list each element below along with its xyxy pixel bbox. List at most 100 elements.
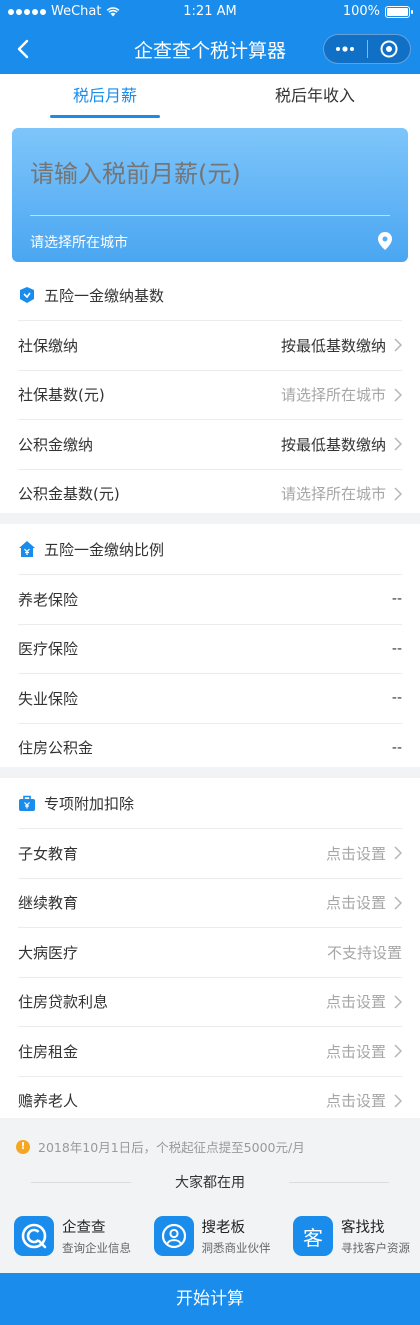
row-label: 子女教育 bbox=[18, 844, 79, 863]
warning-icon: ! bbox=[16, 1139, 30, 1154]
row-label: 失业保险 bbox=[18, 689, 79, 708]
location-pin-icon[interactable] bbox=[378, 232, 392, 254]
section-header: 专项附加扣除 bbox=[0, 778, 420, 828]
chevron-right-icon bbox=[394, 437, 402, 451]
salary-card-section: 请选择所在城市 bbox=[0, 120, 420, 270]
chevron-right-icon bbox=[394, 388, 402, 402]
status-bar: WeChat 1:21 AM 100% bbox=[0, 0, 420, 24]
insurance-ratio-section: 五险一金缴纳比例 养老保险 -- 医疗保险 -- 失业保险 -- 住房公积金 -… bbox=[0, 524, 420, 767]
row-housing-fund-base[interactable]: 公积金基数(元) 请选择所在城市 bbox=[18, 468, 402, 519]
chevron-right-icon bbox=[394, 487, 402, 501]
section-header: 五险一金缴纳基数 bbox=[0, 270, 420, 320]
battery-status: 100% bbox=[342, 4, 413, 19]
everyone-uses-title: 大家都在用 bbox=[175, 1175, 245, 1191]
row-label: 赡养老人 bbox=[18, 1092, 79, 1111]
row-label: 社保缴纳 bbox=[18, 336, 79, 355]
section-header: 五险一金缴纳比例 bbox=[0, 524, 420, 574]
row-mortgage-interest[interactable]: 住房贷款利息 点击设置 bbox=[18, 976, 402, 1027]
section-title: 五险一金缴纳比例 bbox=[44, 540, 165, 559]
row-label: 住房公积金 bbox=[18, 739, 94, 758]
input-underline bbox=[30, 215, 390, 216]
row-elderly-support[interactable]: 赡养老人 点击设置 bbox=[18, 1075, 402, 1126]
shield-box-icon bbox=[18, 286, 36, 304]
row-label: 继续教育 bbox=[18, 894, 79, 913]
app-soulaoban[interactable]: 搜老板 洞悉商业伙伴 bbox=[153, 1212, 271, 1260]
chevron-right-icon bbox=[394, 896, 402, 910]
chevron-right-icon bbox=[394, 1094, 402, 1108]
section-title: 五险一金缴纳基数 bbox=[44, 286, 165, 305]
salary-card: 请选择所在城市 bbox=[12, 128, 408, 262]
app-desc: 洞悉商业伙伴 bbox=[201, 1241, 271, 1255]
row-social-insurance[interactable]: 社保缴纳 按最低基数缴纳 bbox=[18, 320, 402, 370]
nav-bar: 企查查个税计算器 bbox=[0, 24, 420, 74]
row-unemployment: 失业保险 -- bbox=[18, 673, 402, 723]
row-label: 大病医疗 bbox=[18, 943, 79, 962]
row-value: 点击设置 bbox=[325, 1042, 386, 1061]
salary-input[interactable] bbox=[30, 160, 390, 188]
row-label: 住房贷款利息 bbox=[18, 993, 109, 1012]
more-dots-icon bbox=[336, 46, 355, 52]
city-select[interactable]: 请选择所在城市 bbox=[30, 232, 128, 252]
row-value: 点击设置 bbox=[325, 894, 386, 913]
house-yen-icon bbox=[18, 540, 36, 558]
row-label: 养老保险 bbox=[18, 590, 79, 609]
row-value: 请选择所在城市 bbox=[280, 386, 386, 405]
soulaoban-icon bbox=[153, 1216, 194, 1256]
row-value: 按最低基数缴纳 bbox=[280, 435, 386, 454]
close-mini-program-button[interactable] bbox=[368, 35, 411, 63]
kezhaozhao-glyph: 客 bbox=[303, 1225, 323, 1250]
tab-monthly-after-tax[interactable]: 税后月薪 bbox=[0, 74, 210, 120]
row-label: 社保基数(元) bbox=[18, 386, 105, 405]
row-housing-provident: 住房公积金 -- bbox=[18, 722, 402, 773]
target-circle-icon bbox=[380, 40, 398, 58]
app-name: 搜老板 bbox=[201, 1220, 246, 1236]
chevron-right-icon bbox=[394, 995, 402, 1009]
app-name: 企查查 bbox=[62, 1220, 106, 1236]
chevron-right-icon bbox=[394, 1044, 402, 1058]
row-housing-rent[interactable]: 住房租金 点击设置 bbox=[18, 1026, 402, 1076]
row-value: -- bbox=[391, 640, 402, 657]
chevron-right-icon bbox=[394, 338, 402, 352]
app-desc: 寻找客户资源 bbox=[341, 1241, 410, 1255]
mini-program-capsule bbox=[323, 34, 411, 64]
row-label: 住房租金 bbox=[18, 1042, 79, 1061]
app-desc: 查询企业信息 bbox=[62, 1241, 131, 1255]
tab-annual-after-tax[interactable]: 税后年收入 bbox=[210, 74, 420, 120]
special-deduction-section: 专项附加扣除 子女教育 点击设置 继续教育 点击设置 大病医疗 不支持设置 住房… bbox=[0, 778, 420, 1118]
row-continuing-education[interactable]: 继续教育 点击设置 bbox=[18, 877, 402, 928]
row-value: 按最低基数缴纳 bbox=[280, 336, 386, 355]
qichacha-icon bbox=[14, 1216, 54, 1256]
row-value: 请选择所在城市 bbox=[280, 485, 386, 504]
app-qichacha[interactable]: 企查查 查询企业信息 bbox=[14, 1212, 131, 1260]
divider-line bbox=[289, 1181, 389, 1183]
more-button[interactable] bbox=[324, 35, 367, 63]
row-serious-illness: 大病医疗 不支持设置 bbox=[18, 927, 402, 977]
row-value: 点击设置 bbox=[325, 844, 386, 863]
app-kezhaozhao[interactable]: 客 客找找 寻找客户资源 bbox=[293, 1212, 410, 1260]
chevron-right-icon bbox=[394, 846, 402, 860]
row-value: -- bbox=[391, 739, 402, 756]
mode-tabs: 税后月薪 税后年收入 bbox=[0, 74, 420, 120]
briefcase-icon bbox=[18, 794, 36, 812]
threshold-notice: ! 2018年10月1日后，个税起征点提至5000元/月 bbox=[16, 1137, 305, 1156]
section-title: 专项附加扣除 bbox=[44, 794, 135, 813]
row-value: 点击设置 bbox=[325, 993, 386, 1012]
insurance-base-section: 五险一金缴纳基数 社保缴纳 按最低基数缴纳 社保基数(元) 请选择所在城市 公积… bbox=[0, 270, 420, 513]
notice-text: 2018年10月1日后，个税起征点提至5000元/月 bbox=[38, 1140, 305, 1155]
divider-line bbox=[31, 1181, 131, 1183]
row-value: 点击设置 bbox=[325, 1092, 386, 1111]
row-pension: 养老保险 -- bbox=[18, 574, 402, 624]
row-housing-fund[interactable]: 公积金缴纳 按最低基数缴纳 bbox=[18, 419, 402, 469]
row-children-education[interactable]: 子女教育 点击设置 bbox=[18, 828, 402, 878]
row-social-base[interactable]: 社保基数(元) 请选择所在城市 bbox=[18, 369, 402, 420]
row-value: -- bbox=[391, 690, 402, 707]
row-value: 不支持设置 bbox=[326, 943, 402, 962]
row-label: 公积金缴纳 bbox=[18, 435, 94, 454]
row-medical: 医疗保险 -- bbox=[18, 623, 402, 674]
battery-percent: 100% bbox=[342, 4, 380, 19]
start-calculation-button[interactable]: 开始计算 bbox=[0, 1273, 420, 1325]
row-value: -- bbox=[391, 591, 402, 608]
row-label: 公积金基数(元) bbox=[18, 485, 120, 504]
recommended-apps: 企查查 查询企业信息 搜老板 洞悉商业伙伴 客 客找找 寻找客户资源 bbox=[14, 1212, 410, 1260]
app-name: 客找找 bbox=[341, 1220, 385, 1236]
